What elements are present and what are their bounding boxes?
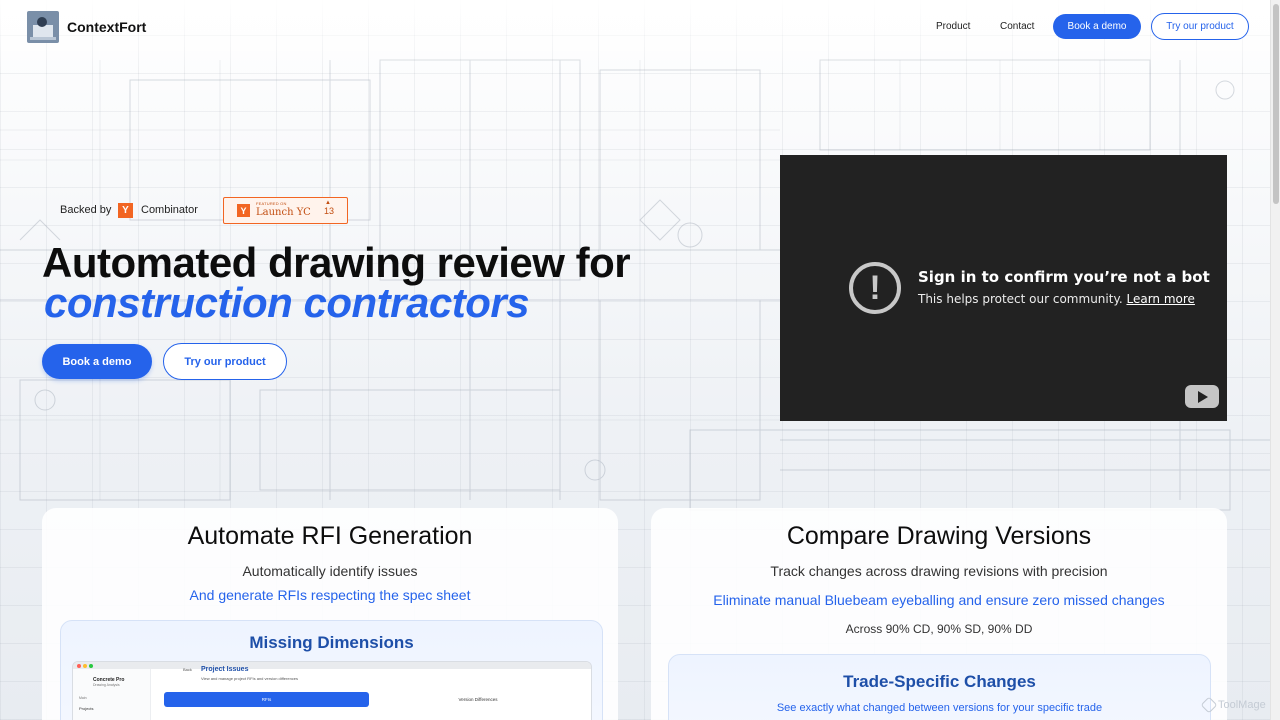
watermark: ToolMage <box>1200 696 1266 714</box>
feature-note: Across 90% CD, 90% SD, 90% DD <box>845 622 1033 636</box>
yc-logo-icon: Y <box>118 203 133 218</box>
combinator-label: Combinator <box>141 204 198 216</box>
launch-yc-badge[interactable]: Y FEATURED ON Launch YC ▲ 13 <box>223 197 348 224</box>
launch-badge-count: 13 <box>324 206 335 216</box>
feature-card-compare: Compare Drawing Versions Track changes a… <box>651 508 1227 720</box>
launch-badge-text: Launch YC <box>256 207 311 218</box>
brand-logo[interactable] <box>27 11 59 43</box>
video-error-text: This helps protect our community. <box>918 292 1123 306</box>
watermark-text: ToolMage <box>1218 699 1266 711</box>
preview-panel-title: Missing Dimensions <box>249 633 414 652</box>
app-screenshot-preview: Concrete Pro Drawing Analysis Main Proje… <box>72 661 592 720</box>
watermark-icon <box>1200 696 1218 714</box>
hero-book-demo-button[interactable]: Book a demo <box>42 344 152 379</box>
launch-yc-logo-icon: Y <box>237 204 250 217</box>
preview-panel-subtitle: See exactly what changed between version… <box>776 702 1103 714</box>
preview-tab-rfis: RFIs <box>164 692 369 707</box>
feature-title: Automate RFI Generation <box>187 522 473 550</box>
scrollbar-thumb[interactable] <box>1273 4 1279 204</box>
feature-subtitle-accent: Eliminate manual Bluebeam eyeballing and… <box>713 592 1165 608</box>
preview-app-desc: Drawing Analysis <box>93 683 120 687</box>
backed-by-label: Backed by <box>60 204 112 216</box>
preview-back: Back <box>183 667 192 672</box>
preview-panel-title: Trade-Specific Changes <box>843 672 1036 691</box>
nav-book-demo-button[interactable]: Book a demo <box>1053 14 1141 39</box>
warning-icon: ! <box>849 262 901 314</box>
preview-sidebar: Concrete Pro Drawing Analysis Main Proje… <box>73 669 151 720</box>
top-nav: ContextFort Product Contact Book a demo … <box>0 0 1270 54</box>
page-scrollbar[interactable] <box>1270 0 1280 720</box>
preview-page-title: Project Issues <box>201 666 249 673</box>
preview-page-desc: View and manage project RFIs and version… <box>201 676 299 681</box>
youtube-icon[interactable] <box>1185 385 1219 408</box>
feature-preview-panel: Trade-Specific Changes See exactly what … <box>668 654 1211 720</box>
preview-section-label: Main <box>79 696 87 700</box>
feature-subtitle-accent: And generate RFIs respecting the spec sh… <box>189 587 471 603</box>
brand-name[interactable]: ContextFort <box>67 19 146 35</box>
video-embed[interactable]: ! Sign in to confirm you’re not a bot Th… <box>780 155 1227 421</box>
feature-subtitle: Automatically identify issues <box>242 563 418 579</box>
feature-subtitle: Track changes across drawing revisions w… <box>770 563 1108 579</box>
nav-try-product-button[interactable]: Try our product <box>1151 13 1249 40</box>
nav-link-product[interactable]: Product <box>936 21 970 32</box>
learn-more-link[interactable]: Learn more <box>1126 292 1194 306</box>
hero-headline-accent: construction contractors <box>44 279 530 326</box>
preview-nav-projects: Projects <box>79 706 94 711</box>
video-error-subtitle: This helps protect our community. Learn … <box>918 292 1195 306</box>
nav-link-contact[interactable]: Contact <box>1000 21 1034 32</box>
feature-title: Compare Drawing Versions <box>786 522 1092 550</box>
window-titlebar <box>73 662 591 669</box>
launch-badge-featured: FEATURED ON <box>256 201 287 206</box>
feature-preview-panel: Missing Dimensions Concrete Pro Drawing … <box>60 620 603 720</box>
feature-card-rfi: Automate RFI Generation Automatically id… <box>42 508 618 720</box>
video-error-title: Sign in to confirm you’re not a bot <box>918 268 1210 286</box>
hero-try-product-button[interactable]: Try our product <box>163 343 287 380</box>
preview-tab-version-differences: Version Differences <box>458 697 498 702</box>
